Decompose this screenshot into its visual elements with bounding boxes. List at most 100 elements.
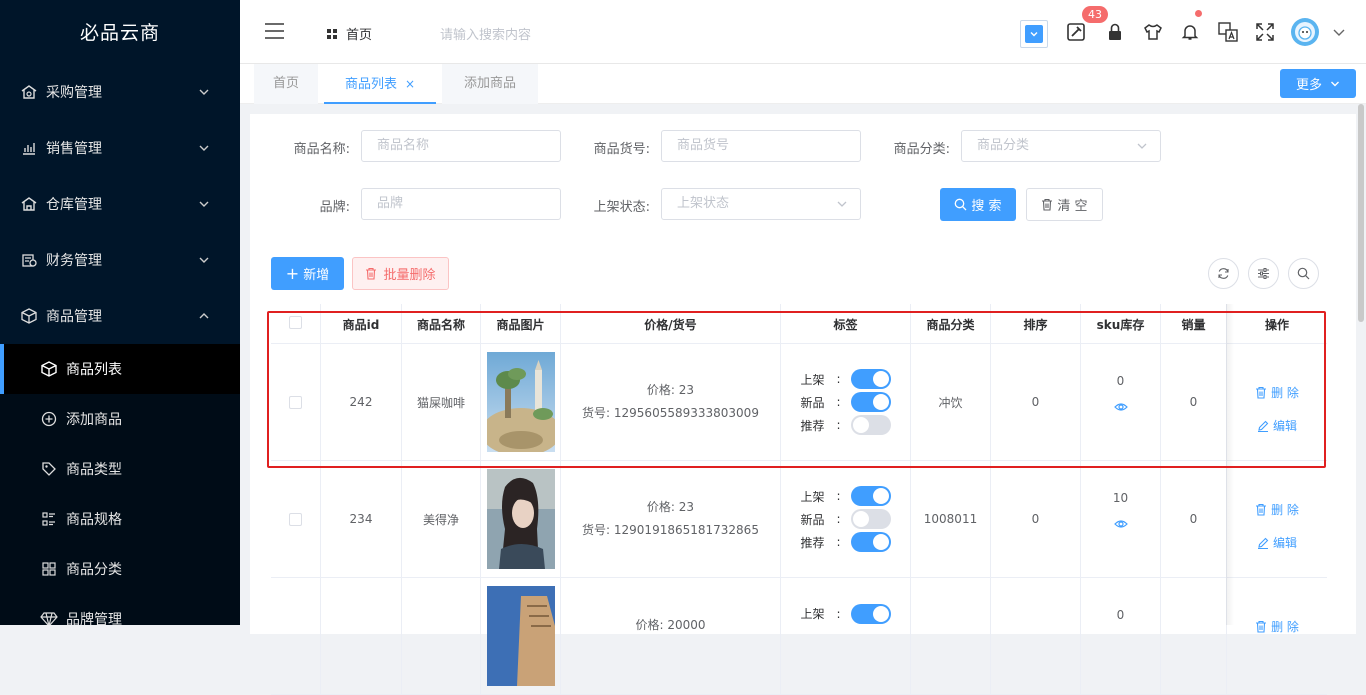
close-icon[interactable]: ×	[405, 77, 415, 91]
add-button[interactable]: + 新增	[271, 257, 344, 290]
submenu-product-spec[interactable]: 商品规格	[0, 494, 240, 544]
row-select[interactable]	[271, 578, 321, 694]
menu-sales[interactable]: 销售管理	[0, 120, 240, 176]
cell-tags: 上架: 新品: 推荐:	[781, 461, 911, 577]
product-table: 商品id 商品名称 商品图片 价格/货号 标签 商品分类 排序 sku库存 销量…	[271, 304, 1327, 695]
row-select[interactable]	[271, 344, 321, 460]
chevron-down-icon	[837, 201, 847, 207]
eye-icon[interactable]	[1113, 402, 1128, 412]
cell-tags: 上架: 新品: 推荐:	[781, 344, 911, 460]
cell-sort: 0	[991, 344, 1081, 460]
submenu-product-type[interactable]: 商品类型	[0, 444, 240, 494]
col-sku: sku库存	[1081, 304, 1161, 343]
more-button[interactable]: 更多	[1280, 69, 1356, 98]
cell-price: 价格: 23 货号: 1295605589333803009	[561, 344, 781, 460]
filter-sn-label: 商品货号:	[593, 142, 650, 157]
tools-icon[interactable]	[1066, 22, 1086, 42]
tab-product-list[interactable]: 商品列表 ×	[324, 64, 436, 104]
cell-sort	[991, 578, 1081, 694]
new-switch[interactable]	[850, 509, 891, 529]
filter-name-input[interactable]: 商品名称	[361, 130, 561, 162]
filter-brand-label: 品牌:	[319, 200, 350, 215]
bell-icon[interactable]	[1180, 22, 1200, 42]
header-select-all[interactable]	[271, 304, 321, 343]
product-image[interactable]	[486, 352, 555, 452]
tab-add-product[interactable]: 添加商品	[442, 64, 538, 104]
hamburger-menu-icon[interactable]	[264, 22, 286, 40]
menu-product[interactable]: 商品管理	[0, 288, 240, 344]
new-switch[interactable]	[850, 392, 891, 412]
checkbox[interactable]	[289, 512, 302, 526]
filter-brand-placeholder: 品牌	[377, 196, 404, 211]
column-settings-button[interactable]	[1248, 258, 1279, 289]
filter-category-select[interactable]: 商品分类	[961, 130, 1161, 162]
theme-shirt-icon[interactable]	[1143, 22, 1163, 42]
eye-icon[interactable]	[1113, 519, 1128, 529]
chevron-down-icon[interactable]	[1329, 22, 1349, 42]
tab-home[interactable]: 首页	[254, 64, 318, 104]
product-sn: 货号: 1295605589333803009	[582, 406, 759, 420]
translate-icon[interactable]	[1218, 22, 1238, 42]
submenu-add-product[interactable]: 添加商品	[0, 394, 240, 444]
col-category: 商品分类	[911, 304, 991, 343]
edit-button[interactable]: 编辑	[1257, 409, 1297, 442]
toggle-search-button[interactable]	[1288, 258, 1319, 289]
publish-switch[interactable]	[850, 369, 891, 389]
sku-stock: 10	[1112, 491, 1129, 505]
delete-button[interactable]: 删 除	[1255, 376, 1299, 409]
menu-purchase-label: 采购管理	[46, 85, 102, 101]
warehouse-icon	[20, 195, 38, 213]
chevron-down-icon	[199, 201, 209, 207]
lock-icon[interactable]	[1105, 22, 1125, 42]
tag-publish-label: 上架	[800, 607, 825, 621]
menu-purchase[interactable]: 采购管理	[0, 64, 240, 120]
checkbox[interactable]	[289, 316, 302, 329]
row-select[interactable]	[271, 461, 321, 577]
filter-name-placeholder: 商品名称	[377, 138, 430, 153]
submenu-brand[interactable]: 品牌管理	[0, 594, 240, 625]
filter-status-select[interactable]: 上架状态	[661, 188, 861, 220]
filter-sn-input[interactable]: 商品货号	[661, 130, 861, 162]
product-image[interactable]	[486, 586, 555, 686]
publish-switch[interactable]	[850, 486, 891, 506]
user-avatar[interactable]	[1291, 18, 1319, 46]
cell-actions: 删 除 编辑	[1227, 461, 1327, 577]
header-search-input[interactable]: 请输入搜索内容	[440, 24, 531, 43]
search-icon	[1297, 267, 1310, 280]
refresh-button[interactable]	[1208, 258, 1239, 289]
tab-product-list-label: 商品列表	[344, 77, 397, 92]
edit-pen-icon	[1257, 420, 1269, 432]
edit-button[interactable]: 编辑	[1257, 526, 1297, 559]
price-value: 价格: 20000	[635, 618, 706, 632]
menu-warehouse[interactable]: 仓库管理	[0, 176, 240, 232]
cell-tags: 上架:	[781, 578, 911, 694]
delete-button[interactable]: 删 除	[1255, 610, 1299, 643]
publish-switch[interactable]	[850, 603, 891, 624]
menu-finance[interactable]: 财务管理	[0, 232, 240, 288]
tab-add-product-label: 添加商品	[463, 76, 516, 91]
recommend-switch[interactable]	[850, 415, 891, 435]
filter-name-label: 商品名称:	[293, 142, 350, 157]
layout-select-button[interactable]	[1020, 20, 1048, 48]
colon: :	[836, 535, 841, 549]
checkbox[interactable]	[289, 395, 302, 409]
submenu-product-list[interactable]: 商品列表	[0, 344, 240, 394]
filter-brand-input[interactable]: 品牌	[361, 188, 561, 220]
fullscreen-icon[interactable]	[1255, 22, 1275, 42]
product-image[interactable]	[486, 469, 555, 569]
delete-button[interactable]: 删 除	[1255, 493, 1299, 526]
tag-new-label: 新品	[800, 512, 825, 527]
cell-price: 价格: 23 货号: 1290191865181732865	[561, 461, 781, 577]
recommend-switch[interactable]	[850, 532, 891, 552]
breadcrumb-home[interactable]: 首页	[326, 24, 372, 43]
submenu-product-category[interactable]: 商品分类	[0, 544, 240, 594]
col-id: 商品id	[321, 304, 402, 343]
search-button[interactable]: 搜 索	[940, 188, 1016, 221]
submenu-product-category-label: 商品分类	[66, 562, 122, 578]
trash-icon	[1255, 503, 1267, 516]
sales-chart-icon	[20, 139, 38, 157]
clear-button[interactable]: 清 空	[1026, 188, 1103, 221]
chevron-down-icon	[1025, 25, 1043, 43]
batch-delete-button[interactable]: 批量删除	[352, 257, 449, 290]
page-scrollbar[interactable]	[1358, 104, 1364, 322]
